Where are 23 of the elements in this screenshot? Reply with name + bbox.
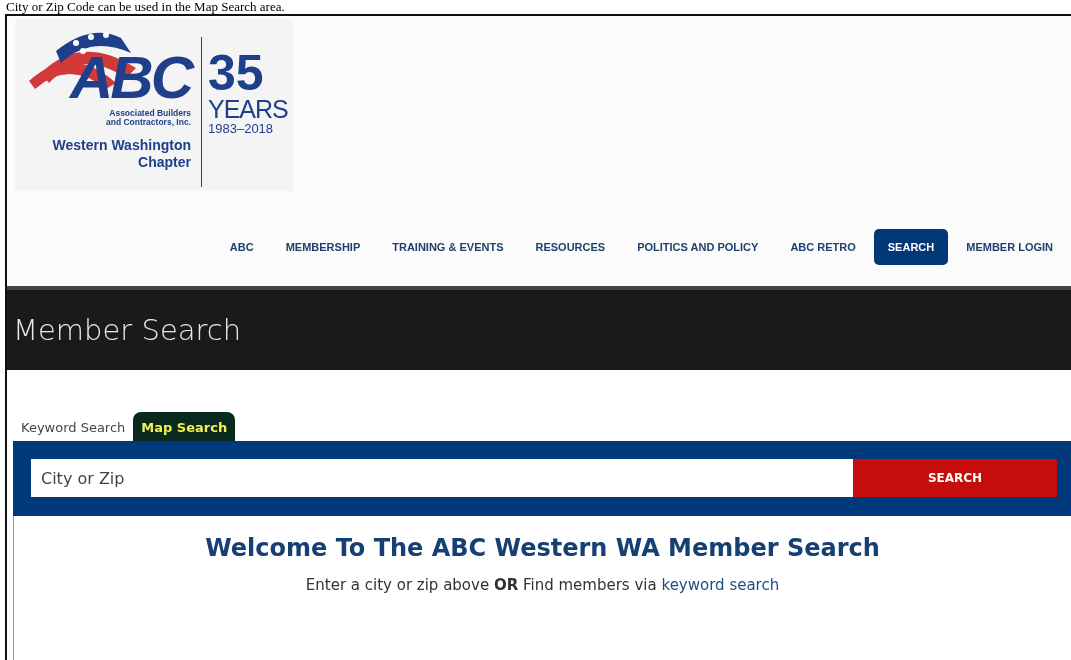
- keyword-search-link[interactable]: keyword search: [661, 576, 780, 594]
- nav-link[interactable]: POLITICS AND POLICY: [623, 229, 773, 265]
- search-tab[interactable]: Map Search: [133, 412, 236, 441]
- nav-link[interactable]: SEARCH: [873, 229, 949, 265]
- search-button[interactable]: SEARCH: [853, 459, 1057, 497]
- search-tab[interactable]: Keyword Search: [15, 414, 132, 441]
- nav-link[interactable]: TRAINING & EVENTS: [378, 229, 518, 265]
- anniversary-number: 35: [208, 49, 264, 97]
- city-zip-field[interactable]: City or Zip: [31, 459, 853, 497]
- nav-link[interactable]: ABC: [215, 229, 268, 265]
- page-title: Member Search: [13, 313, 242, 347]
- caption-text: City or Zip Code can be used in the Map Search area.: [5, 0, 286, 14]
- anniversary-years: 1983–2018: [208, 121, 275, 137]
- welcome-text: Enter a city or zip above OR Find members via keyword search: [305, 576, 780, 594]
- organization-name: Associated Builders and Contractors, Inc.: [106, 109, 191, 127]
- nav-link[interactable]: ABC RETRO: [776, 229, 870, 265]
- anniversary-word: YEARS: [208, 97, 288, 121]
- nav-link[interactable]: MEMBER LOGIN: [952, 229, 1067, 265]
- logo-letters: ABC: [70, 47, 191, 109]
- nav-link[interactable]: MEMBERSHIP: [271, 229, 375, 265]
- welcome-heading: Welcome To The ABC Western WA Member Search: [205, 534, 880, 562]
- chapter-name: Western Washington Chapter: [52, 137, 191, 171]
- nav-link[interactable]: RESOURCES: [521, 229, 620, 265]
